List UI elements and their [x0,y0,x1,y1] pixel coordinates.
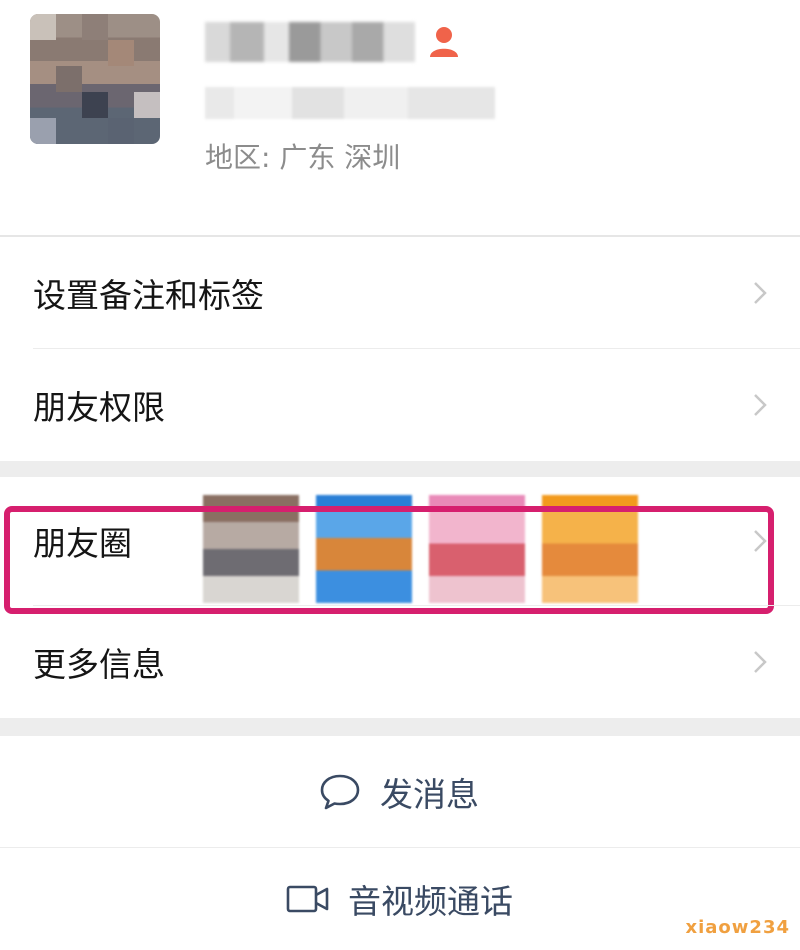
watermark-logo: xiaow234 [685,917,790,938]
section-gap [0,718,800,736]
send-message-button[interactable]: 发消息 [0,736,800,848]
video-call-button[interactable]: 音视频通话 [0,848,800,950]
send-message-label: 发消息 [380,775,479,814]
menu-item-label: 朋友权限 [33,388,165,427]
chevron-right-icon [754,394,767,416]
menu-item-remark-tags[interactable]: 设置备注和标签 [0,237,800,349]
video-camera-icon [286,885,329,913]
menu-item-label: 更多信息 [33,645,165,684]
chevron-right-icon [754,282,767,304]
avatar[interactable] [30,14,160,144]
nickname-blurred [205,22,415,62]
profile-header: 地区: 广东 深圳 [0,0,800,235]
menu-item-friend-permission[interactable]: 朋友权限 [0,349,800,461]
menu-item-more-info[interactable]: 更多信息 [0,606,800,718]
person-icon [430,27,458,57]
section-gap [0,461,800,477]
menu-item-label: 设置备注和标签 [33,276,264,315]
video-call-label: 音视频通话 [348,882,513,921]
region-text: 地区: 广东 深圳 [205,141,401,174]
chevron-right-icon [754,651,767,673]
wechat-id-blurred [205,87,495,119]
chat-bubble-icon [320,774,360,810]
highlight-box [4,506,774,614]
